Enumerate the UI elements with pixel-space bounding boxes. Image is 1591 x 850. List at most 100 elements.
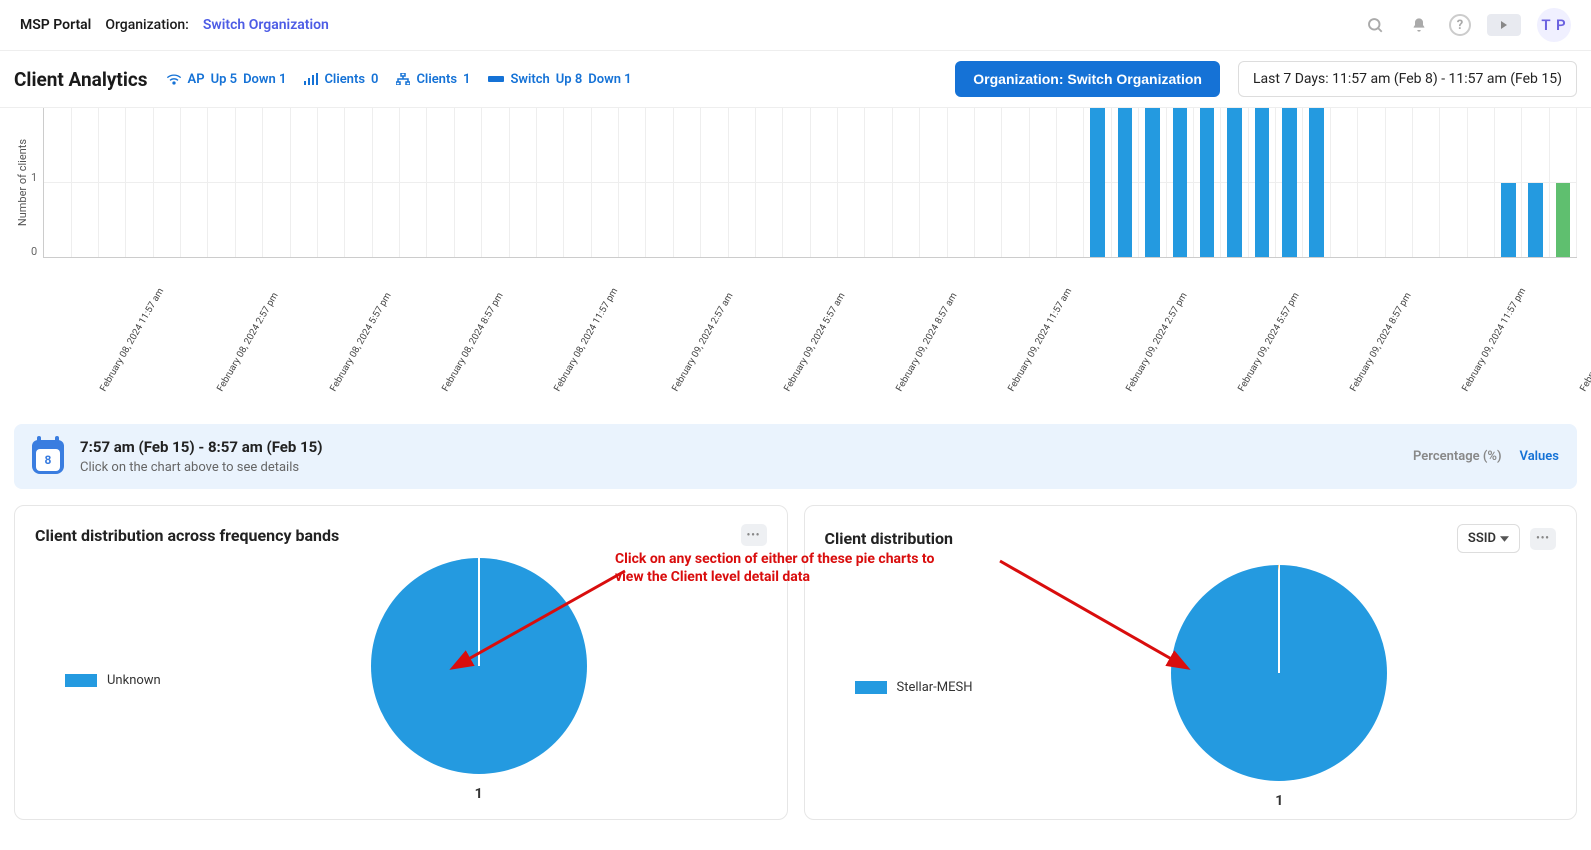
legend-label: Stellar-MESH xyxy=(897,680,973,695)
bar-slot[interactable] xyxy=(537,108,564,257)
bar[interactable] xyxy=(1118,108,1133,257)
bar-slot[interactable] xyxy=(345,108,372,257)
card-menu-icon[interactable]: ••• xyxy=(741,524,767,546)
bar-slot[interactable] xyxy=(592,108,619,257)
bar-slot[interactable] xyxy=(1550,108,1577,257)
bar-slot[interactable] xyxy=(1084,108,1111,257)
x-axis-labels: February 08, 2024 11:57 amFebruary 08, 2… xyxy=(14,278,1577,288)
bar-slot[interactable] xyxy=(291,108,318,257)
bar-slot[interactable] xyxy=(318,108,345,257)
bar-slot[interactable] xyxy=(1249,108,1276,257)
bar-slot[interactable] xyxy=(72,108,99,257)
bar-slot[interactable] xyxy=(455,108,482,257)
bar-slot[interactable] xyxy=(1303,108,1330,257)
bar-slot[interactable] xyxy=(1358,108,1385,257)
date-range-selector[interactable]: Last 7 Days: 11:57 am (Feb 8) - 11:57 am… xyxy=(1238,61,1577,97)
detail-hint: Click on the chart above to see details xyxy=(80,460,323,475)
bar-slot[interactable] xyxy=(427,108,454,257)
card-menu-icon[interactable]: ••• xyxy=(1530,528,1556,550)
bar[interactable] xyxy=(1528,183,1543,258)
bar-slot[interactable] xyxy=(126,108,153,257)
bar-slot[interactable] xyxy=(701,108,728,257)
bar-slot[interactable] xyxy=(783,108,810,257)
bar-slot[interactable] xyxy=(865,108,892,257)
bar[interactable] xyxy=(1282,108,1297,257)
page-title: Client Analytics xyxy=(14,68,148,91)
wireless-clients-stats[interactable]: Clients 0 xyxy=(304,72,378,87)
bar-slot[interactable] xyxy=(181,108,208,257)
bar-slot[interactable] xyxy=(208,108,235,257)
bar-slot[interactable] xyxy=(1276,108,1303,257)
bar-chart-area: Number of clients 1 0 February 08, 2024 … xyxy=(0,108,1591,418)
bell-icon[interactable] xyxy=(1405,11,1433,39)
pie-chart-frequency[interactable] xyxy=(371,558,587,774)
x-tick-label: February 09, 2024 11:57 pm xyxy=(1460,286,1527,393)
bar-slot[interactable] xyxy=(1221,108,1248,257)
bar-slot[interactable] xyxy=(99,108,126,257)
bar-slot[interactable] xyxy=(1386,108,1413,257)
bar-slot[interactable] xyxy=(811,108,838,257)
bar-slot[interactable] xyxy=(373,108,400,257)
x-tick-label: February 09, 2024 8:57 pm xyxy=(1348,291,1413,393)
help-icon[interactable]: ? xyxy=(1449,14,1471,36)
play-icon[interactable] xyxy=(1487,14,1521,36)
bar-slot[interactable] xyxy=(1167,108,1194,257)
bar-slot[interactable] xyxy=(154,108,181,257)
switch-org-link[interactable]: Switch Organization xyxy=(203,17,329,33)
bar-slot[interactable] xyxy=(1112,108,1139,257)
pie-chart-distribution[interactable] xyxy=(1171,565,1387,781)
bar-slot[interactable] xyxy=(948,108,975,257)
bar-slot[interactable] xyxy=(1030,108,1057,257)
bar-slot[interactable] xyxy=(975,108,1002,257)
bar-slot[interactable] xyxy=(1440,108,1467,257)
network-icon xyxy=(396,73,410,85)
bar-slot[interactable] xyxy=(1331,108,1358,257)
legend-item[interactable]: Stellar-MESH xyxy=(825,680,973,695)
user-avatar[interactable]: T P xyxy=(1537,8,1571,42)
bar-slot[interactable] xyxy=(893,108,920,257)
bar[interactable] xyxy=(1145,108,1160,257)
bar-slot[interactable] xyxy=(1495,108,1522,257)
ap-stats[interactable]: AP Up 5 Down 1 xyxy=(166,72,287,87)
bar-slot[interactable] xyxy=(838,108,865,257)
bar-slot[interactable] xyxy=(619,108,646,257)
bar-slot[interactable] xyxy=(756,108,783,257)
bar-slot[interactable] xyxy=(1468,108,1495,257)
toggle-values[interactable]: Values xyxy=(1520,449,1559,464)
bar-slot[interactable] xyxy=(1413,108,1440,257)
bar-slot[interactable] xyxy=(729,108,756,257)
bar[interactable] xyxy=(1309,108,1324,257)
bar-slot[interactable] xyxy=(646,108,673,257)
search-icon[interactable] xyxy=(1361,11,1389,39)
bars-region[interactable] xyxy=(43,108,1577,258)
x-tick-label: February 08, 2024 11:57 am xyxy=(98,286,165,393)
bar-slot[interactable] xyxy=(564,108,591,257)
bar-slot[interactable] xyxy=(1194,108,1221,257)
org-context-button[interactable]: Organization: Switch Organization xyxy=(955,61,1220,97)
bar-slot[interactable] xyxy=(920,108,947,257)
wired-clients-stats[interactable]: Clients 1 xyxy=(396,72,470,87)
bar-slot[interactable] xyxy=(1522,108,1549,257)
bar-slot[interactable] xyxy=(236,108,263,257)
bar[interactable] xyxy=(1556,183,1571,258)
bar[interactable] xyxy=(1173,108,1188,257)
bar-slot[interactable] xyxy=(674,108,701,257)
bar[interactable] xyxy=(1227,108,1242,257)
bar-slot[interactable] xyxy=(1057,108,1084,257)
legend-item[interactable]: Unknown xyxy=(35,673,161,688)
bar-slot[interactable] xyxy=(1002,108,1029,257)
ssid-dropdown-label: SSID xyxy=(1468,531,1496,546)
bar[interactable] xyxy=(1255,108,1270,257)
bar-slot[interactable] xyxy=(44,108,71,257)
toggle-percentage[interactable]: Percentage (%) xyxy=(1413,449,1502,464)
bar-slot[interactable] xyxy=(510,108,537,257)
bar-slot[interactable] xyxy=(482,108,509,257)
bar-slot[interactable] xyxy=(400,108,427,257)
bar-slot[interactable] xyxy=(1139,108,1166,257)
bar[interactable] xyxy=(1501,183,1516,258)
ssid-dropdown[interactable]: SSID xyxy=(1457,524,1520,553)
bar[interactable] xyxy=(1090,108,1105,257)
bar-slot[interactable] xyxy=(263,108,290,257)
switch-stats[interactable]: Switch Up 8 Down 1 xyxy=(488,72,631,87)
bar[interactable] xyxy=(1200,108,1215,257)
